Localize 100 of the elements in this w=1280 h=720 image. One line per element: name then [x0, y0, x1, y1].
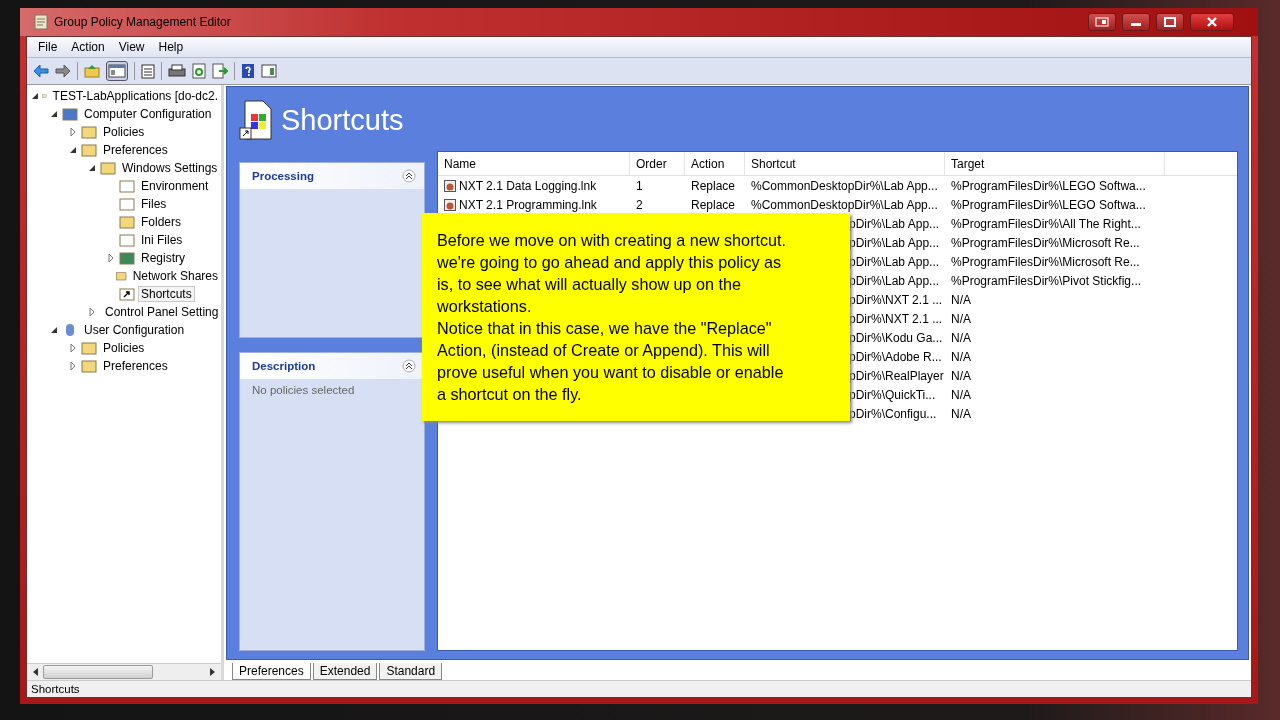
print-icon[interactable] — [168, 64, 186, 78]
tree-item[interactable]: Ini Files — [138, 232, 186, 248]
tree-item[interactable]: Policies — [100, 340, 148, 356]
table-cell-text: 2 — [635, 197, 644, 212]
close-icon — [1206, 17, 1218, 27]
callout: Before we move on with creating a new shortcut. we're going to go ahead and apply this policy as is, to see what will actually show up on the workstations. Notice that in this case, we have the "Replace" Action, (instead of Create or Append). This will prove useful when you want to disable or enable a shortcut on the fly. — [422, 213, 850, 421]
tree-item[interactable]: Folders — [138, 214, 184, 230]
tree-item[interactable]: Files — [138, 196, 170, 212]
tree-item[interactable]: Preferences — [100, 142, 171, 158]
tree-item[interactable]: Computer Configuration — [81, 106, 215, 122]
folder-icon — [81, 125, 97, 139]
table-cell-text: 1 — [635, 178, 644, 193]
expand-icon[interactable] — [88, 308, 96, 316]
tree-item[interactable]: Environment — [138, 178, 212, 194]
menu-item[interactable]: Action — [64, 40, 112, 54]
clipboard-icon[interactable] — [141, 63, 155, 79]
table-cell-text: N/A — [950, 406, 972, 421]
table-cell-text: %ProgramFilesDir%\Microsoft Re... — [950, 254, 1141, 269]
shortcut-icon — [239, 100, 275, 140]
table-cell: pDir%\Lab App... — [849, 254, 940, 269]
document-icon — [119, 233, 135, 247]
tree-item[interactable]: Control Panel Setting — [102, 304, 221, 320]
forward-icon[interactable] — [55, 64, 71, 78]
close-button[interactable] — [1190, 13, 1234, 31]
table-cell-text: N/A — [950, 349, 972, 364]
collapse-icon[interactable] — [50, 110, 58, 118]
folder-up-icon[interactable] — [84, 64, 100, 78]
collapse-icon[interactable] — [31, 92, 39, 100]
shortcut-icon — [444, 198, 456, 211]
folder-icon — [116, 269, 127, 283]
scroll-icon — [34, 14, 48, 30]
tree-item[interactable]: Registry — [138, 250, 188, 266]
expand-icon[interactable] — [69, 362, 77, 370]
table-cell: NXT 2.1 Data Logging.lnk — [459, 178, 597, 193]
window-icon — [1095, 17, 1109, 27]
collapse-icon[interactable] — [69, 146, 77, 154]
table-cell-text: %ProgramFilesDir%\LEGO Softwa... — [950, 197, 1147, 212]
column-header[interactable]: Target — [945, 152, 1165, 175]
status-text: Shortcuts — [31, 683, 80, 695]
tab[interactable]: Standard — [379, 663, 443, 680]
tree-item[interactable]: Shortcuts — [138, 286, 195, 302]
tree-item[interactable]: Network Shares — [129, 268, 221, 284]
scrollbar-thumb[interactable] — [43, 665, 153, 679]
table-cell-text: %ProgramFilesDir%\Pivot Stickfig... — [950, 273, 1143, 288]
tree-item[interactable]: Policies — [100, 124, 148, 140]
table-cell: pDir%\QuickTi... — [849, 387, 936, 402]
document-icon — [119, 179, 135, 193]
column-header[interactable]: Order — [630, 152, 685, 175]
tree-item[interactable]: TEST-LabApplications [do-dc2. — [49, 88, 221, 104]
view-icon[interactable] — [261, 64, 277, 78]
computer-icon — [62, 107, 78, 121]
column-header[interactable]: Name — [438, 152, 630, 175]
tab[interactable]: Extended — [312, 663, 378, 680]
tab[interactable]: Preferences — [232, 663, 311, 680]
table-cell: pDir%\Adobe R... — [849, 349, 942, 364]
menu-item[interactable]: View — [111, 40, 152, 54]
tree-item[interactable]: Preferences — [100, 358, 171, 374]
console-tree-icon[interactable] — [106, 61, 128, 81]
table-cell: pDir%\Configu... — [849, 406, 937, 421]
menu-item[interactable]: File — [31, 40, 65, 54]
back-icon[interactable] — [33, 64, 49, 78]
tree-item[interactable]: User Configuration — [81, 322, 188, 338]
table-cell: pDir%\NXT 2.1 ... — [849, 292, 943, 307]
tree-item[interactable]: Windows Settings — [119, 160, 221, 176]
window-title: Group Policy Management Editor — [54, 15, 231, 29]
scroll-right-icon[interactable] — [209, 668, 215, 676]
snap-button[interactable] — [1088, 13, 1116, 31]
column-header[interactable]: Shortcut — [745, 152, 945, 175]
panel-title: Description — [252, 360, 316, 372]
collapse-icon[interactable] — [50, 326, 58, 334]
menu-item[interactable]: Help — [151, 40, 191, 54]
table-cell: pDir%\Kodu Ga... — [849, 330, 943, 345]
table-cell-text: N/A — [950, 292, 972, 307]
shortcut-icon — [444, 179, 456, 192]
table-cell-text: N/A — [950, 368, 972, 383]
expand-icon[interactable] — [107, 254, 115, 262]
column-header[interactable]: Action — [685, 152, 745, 175]
scroll-left-icon[interactable] — [33, 668, 39, 676]
table-cell-text: %ProgramFilesDir%\Microsoft Re... — [950, 235, 1141, 250]
table-cell-text: %ProgramFilesDir%\All The Right... — [950, 216, 1142, 231]
help-icon[interactable] — [241, 63, 255, 79]
minimize-button[interactable] — [1122, 13, 1150, 31]
document-icon — [119, 197, 135, 211]
collapse-icon[interactable] — [402, 359, 416, 373]
table-cell-text: Replace — [690, 197, 737, 212]
collapse-icon[interactable] — [402, 169, 416, 183]
panel-text: No policies selected — [252, 384, 355, 396]
shortcut-icon — [119, 287, 135, 301]
folder-icon — [81, 341, 97, 355]
folder-icon — [119, 215, 135, 229]
refresh-icon[interactable] — [192, 63, 206, 79]
export-icon[interactable] — [212, 63, 228, 79]
table-cell-text: N/A — [950, 311, 972, 326]
expand-icon[interactable] — [69, 128, 77, 136]
table-cell: pDir%\Lab App... — [849, 216, 940, 231]
collapse-icon[interactable] — [88, 164, 96, 172]
table-cell: pDir%\Lab App... — [849, 273, 940, 288]
expand-icon[interactable] — [69, 344, 77, 352]
table-cell-text: N/A — [950, 330, 972, 345]
maximize-button[interactable] — [1156, 13, 1184, 31]
